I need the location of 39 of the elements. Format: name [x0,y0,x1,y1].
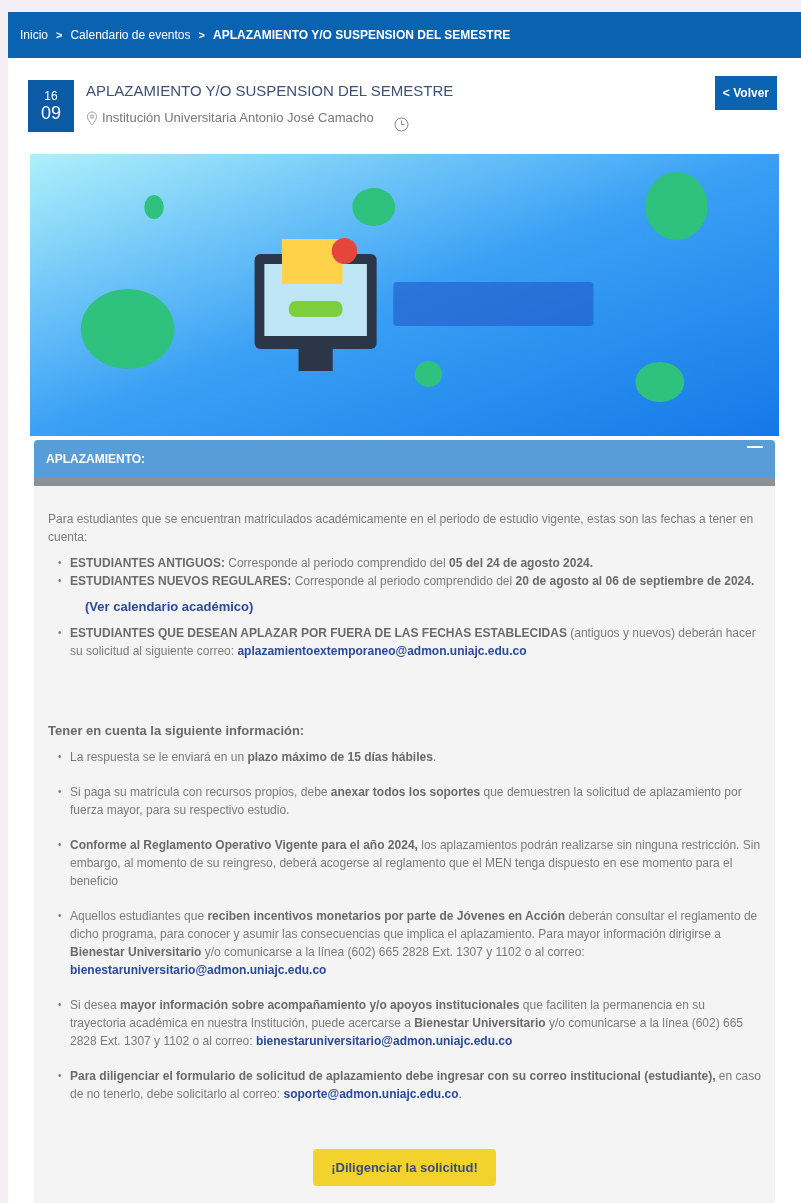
bullet: • [58,909,63,923]
info-item: Si paga su matrícula con recursos propios, debe anexar todos los soportes que demuestren la solicitud de aplazamiento por fuerza mayor, para su respectivo estudio. [70,784,743,819]
bullet: • [58,626,63,640]
email-link[interactable]: soporte@admon.uniajc.edu.co [283,1087,459,1101]
breadcrumb-separator: > [56,27,63,43]
event-title: APLAZAMIENTO Y/O SUSPENSION DEL SEMESTRE [86,81,455,101]
bullet: • [58,750,63,764]
breadcrumb-link[interactable]: Calendario de eventos [70,26,191,44]
event-location: Institución Universitaria Antonio José Camacho [102,109,374,128]
date-item: ESTUDIANTES NUEVOS REGULARES: Corresponde al periodo comprendido del 20 de agosto al 06 de septiembre de 2024. [70,573,756,590]
email-link[interactable]: bienestaruniversitario@admon.uniajc.edu.co [70,963,327,977]
info-item: Aquellos estudiantes que reciben incentivos monetarios por parte de Jóvenes en Acción deberán consultar el reglamento de dicho programa, para conocer y asumir las consecuencias que implica el aplazamiento. Para mayor información dirigirse a Bienestar Universitario y/o comunicarse a la línea (602) 665 2828 Ext. 1307 y 1102 o al correo: bienestaruniversitario@admon.uniajc.edu.co [70,908,759,979]
bullet: • [58,574,63,588]
event-day: 16 [44,90,58,102]
info-item: La respuesta se le enviará en un plazo máximo de 15 días hábiles. [70,749,438,766]
bullet: • [58,556,63,570]
breadcrumb-link[interactable]: Inicio [20,26,48,44]
info-item: Conforme al Reglamento Operativo Vigente para el año 2024, los aplazamientos podrán realizarse sin ninguna restricción. Sin embargo, al momento de su reingreso, deberá acogerse al reglamento que el MEN tenga dispuesto en ese momento para el beneficio [70,837,761,890]
bullet: • [58,785,63,799]
submit-request-button[interactable]: ¡Diligenciar la solicitud! [313,1149,496,1186]
date-item: ESTUDIANTES ANTIGUOS: Corresponde al periodo comprendido del 05 del 24 de agosto 2024. [70,555,595,572]
breadcrumb-current: APLAZAMIENTO Y/O SUSPENSION DEL SEMESTRE [213,27,511,44]
info-item: Para diligenciar el formulario de solicitud de aplazamiento debe ingresar con su correo institucional (estudiante), en caso de no tenerlo, debe solicitarlo al correo: soporte@admon.uniajc.edu.co. [70,1068,761,1103]
calendar-link[interactable]: (Ver calendario académico) [85,598,254,616]
event-month: 09 [41,104,61,122]
panel-title: APLAZAMIENTO: [46,451,146,468]
intro-paragraph: Para estudiantes que se encuentran matriculados académicamente en el periodo de estudio vigente, estas son las fechas a tener en cuenta: [48,511,755,546]
back-button[interactable]: < Volver [714,76,777,110]
location-pin-icon [86,110,98,126]
email-link[interactable]: bienestaruniversitario@admon.uniajc.edu.co [255,1034,513,1048]
info-item: Si desea mayor información sobre acompañamiento y/o apoyos institucionales que faciliten la permanencia en su trayectoria académica en nuestra Institución, puede acercarse a Bienestar Universitario y/o comunicarse a la línea (602) 665 2828 Ext. 1307 y 1102 o al correo: bienestaruniversitario@admon.uniajc.edu.co [70,997,745,1050]
bullet: • [58,998,63,1012]
info-heading: Tener en cuenta la siguiente información: [48,722,306,740]
clock-icon [393,116,409,132]
breadcrumb-separator: > [198,27,205,43]
list-item: ESTUDIANTES QUE DESEAN APLAZAR POR FUERA DE LAS FECHAS ESTABLECIDAS (antiguos y nuevos) deberán hacer su solicitud al siguiente correo: aplazamientoextemporaneo@admon.uniajc.edu.co [70,625,757,660]
email-link[interactable]: aplazamientoextemporaneo@admon.uniajc.edu.co [237,644,527,658]
bullet: • [58,838,63,852]
bullet: • [58,1069,63,1083]
